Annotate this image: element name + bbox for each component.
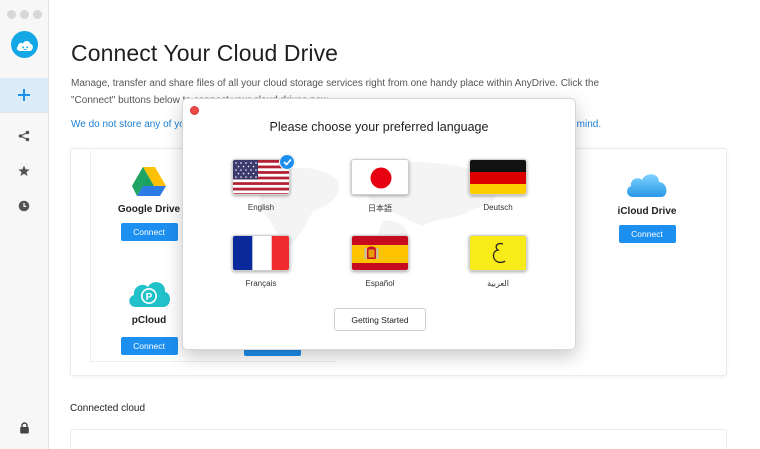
sidebar-item-add-cloud[interactable]	[0, 78, 48, 112]
sidebar-item-share[interactable]	[14, 126, 34, 146]
description-line-1: Manage, transfer and share files of all …	[71, 78, 600, 89]
plus-icon	[18, 89, 30, 101]
lock-icon	[19, 422, 29, 434]
icloud-icon	[627, 174, 667, 197]
language-option-french[interactable]: Français	[216, 235, 306, 288]
language-label: 日本語	[368, 204, 392, 213]
pcloud-icon: P	[129, 282, 171, 307]
page-title: Connect Your Cloud Drive	[71, 40, 339, 66]
language-label: Deutsch	[483, 203, 513, 212]
dialog-close-button[interactable]	[190, 106, 199, 115]
service-name: Google Drive	[117, 204, 181, 215]
spain-flag-icon	[351, 235, 409, 271]
arabic-letter-icon	[469, 235, 527, 271]
window-zoom-dot[interactable]	[33, 10, 42, 19]
france-flag-icon	[232, 235, 290, 271]
service-google-drive: Google Drive Connect	[117, 166, 181, 241]
window-minimize-dot[interactable]	[20, 10, 29, 19]
privacy-notice-left: We do not store any of yo	[71, 119, 185, 130]
language-dialog: Please choose your preferred language En…	[182, 98, 576, 350]
dialog-title: Please choose your preferred language	[269, 120, 489, 134]
connect-google-drive-button[interactable]: Connect	[120, 223, 178, 241]
language-option-japanese[interactable]: 日本語	[335, 159, 425, 214]
selected-check-icon	[279, 154, 295, 170]
connected-cloud-panel	[70, 429, 727, 449]
service-name: iCloud Drive	[617, 206, 677, 217]
clock-icon	[18, 200, 30, 212]
service-pcloud: P pCloud Connect	[117, 278, 181, 355]
share-icon	[18, 130, 30, 142]
language-option-arabic[interactable]: العربية	[453, 235, 543, 288]
connect-pcloud-button[interactable]: Connect	[120, 337, 178, 355]
language-option-german[interactable]: Deutsch	[453, 159, 543, 212]
connected-cloud-heading: Connected cloud	[70, 403, 146, 414]
getting-started-button[interactable]: Getting Started	[334, 308, 426, 331]
star-icon	[18, 165, 30, 176]
japan-flag-icon	[351, 159, 409, 195]
sidebar-item-lock[interactable]	[14, 418, 34, 438]
language-option-spanish[interactable]: Español	[335, 235, 425, 288]
window-close-dot[interactable]	[7, 10, 16, 19]
sidebar-item-favorites[interactable]	[14, 161, 34, 181]
connect-icloud-drive-button[interactable]: Connect	[618, 225, 676, 243]
sidebar-item-history[interactable]	[14, 196, 34, 216]
service-icloud-drive: iCloud Drive Connect	[612, 170, 682, 243]
language-label: العربية	[487, 279, 509, 288]
language-label: Español	[365, 279, 395, 288]
language-label: English	[247, 203, 275, 212]
svg-text:P: P	[146, 292, 153, 303]
google-drive-icon	[132, 167, 166, 196]
sidebar	[0, 0, 49, 449]
sidebar-divider	[0, 112, 48, 113]
app-window: Connect Your Cloud Drive Manage, transfe…	[0, 0, 760, 449]
language-label: Français	[245, 279, 277, 288]
germany-flag-icon	[469, 159, 527, 195]
service-name: pCloud	[131, 315, 167, 326]
anydrive-logo-icon	[11, 31, 38, 58]
